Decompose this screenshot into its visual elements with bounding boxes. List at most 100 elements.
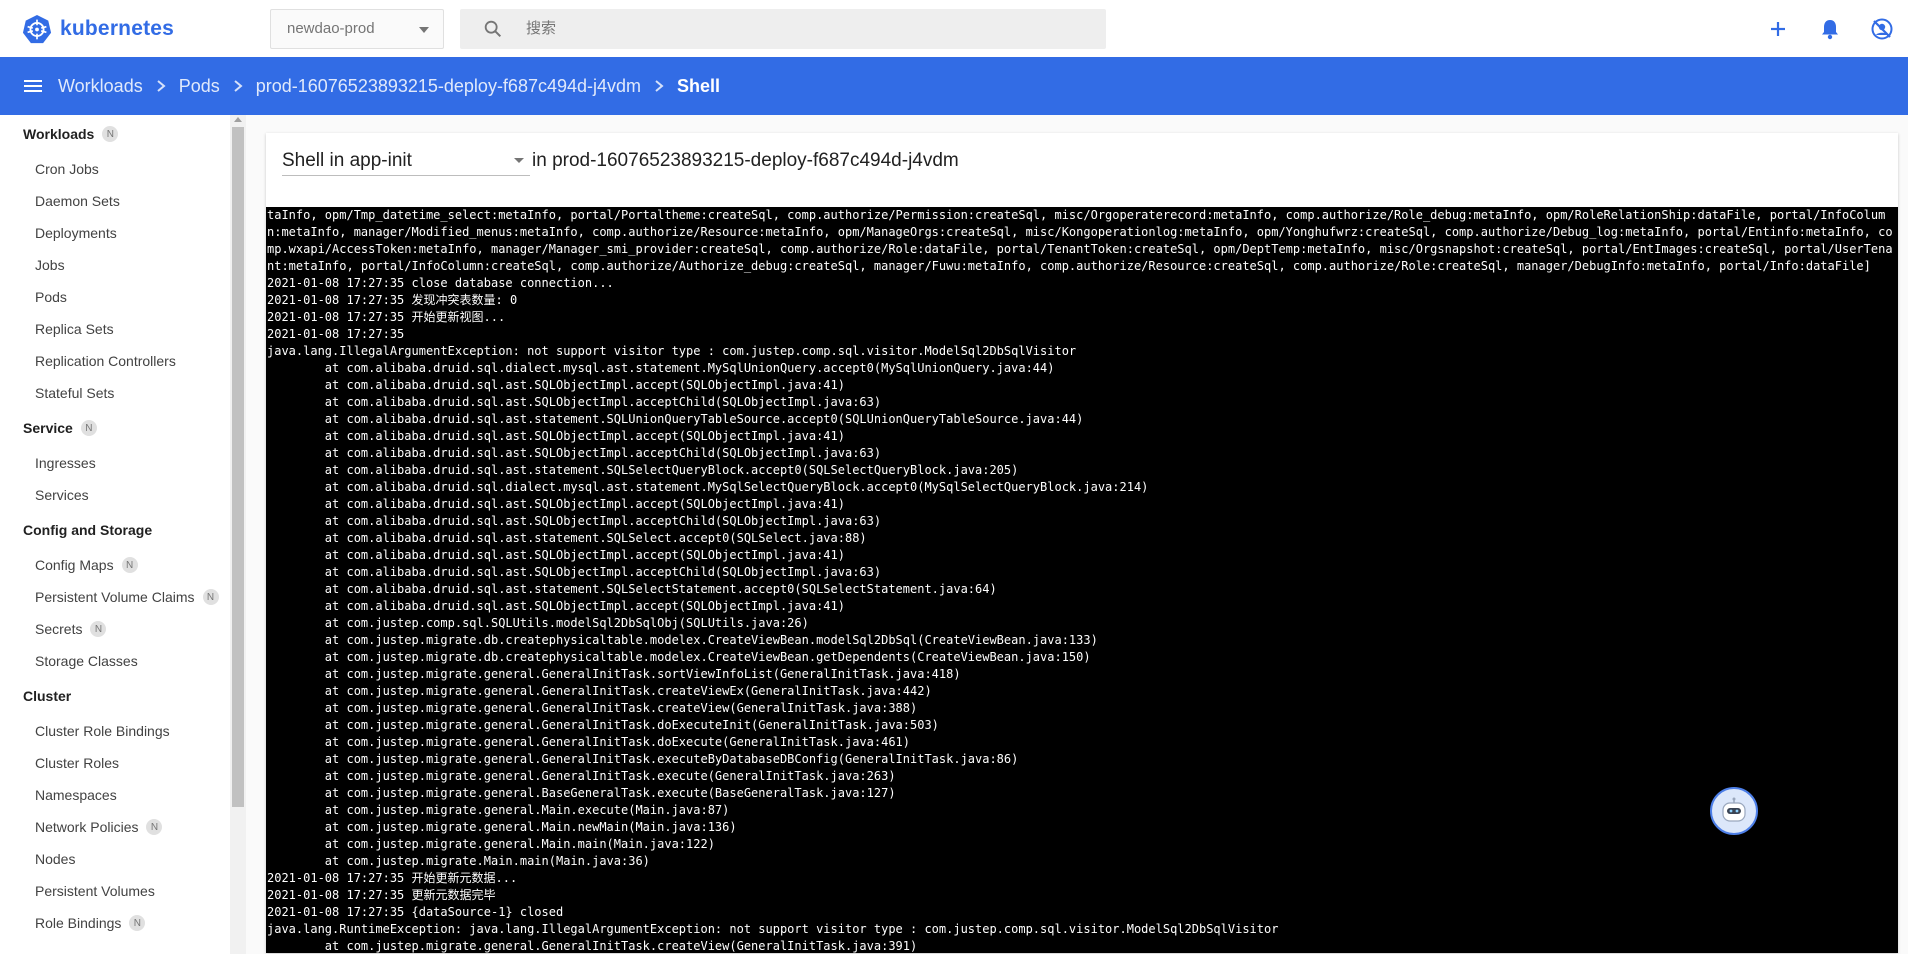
sidebar-item-label: Cluster Role Bindings bbox=[35, 723, 170, 739]
sidebar-item-config-maps[interactable]: Config Maps N bbox=[0, 549, 246, 581]
sidebar-item-daemon-sets[interactable]: Daemon Sets bbox=[0, 185, 246, 217]
sidebar-item-label: Persistent Volume Claims bbox=[35, 589, 195, 605]
sidebar-item-role-bindings[interactable]: Role Bindings N bbox=[0, 907, 246, 939]
namespaced-badge: N bbox=[80, 420, 97, 436]
container-name: app-init bbox=[349, 149, 412, 171]
sidebar-item-services[interactable]: Services bbox=[0, 479, 246, 511]
search-icon bbox=[484, 20, 502, 37]
sidebar-item-persistent-volumes[interactable]: Persistent Volumes bbox=[0, 875, 246, 907]
sidebar-item-network-policies[interactable]: Network Policies N bbox=[0, 811, 246, 843]
terminal-line: at com.justep.migrate.general.GeneralIni… bbox=[267, 701, 918, 715]
terminal-line: at com.justep.migrate.general.GeneralIni… bbox=[267, 769, 896, 783]
menu-icon bbox=[24, 80, 42, 92]
brand[interactable]: kubernetes bbox=[22, 14, 270, 44]
sidebar-section-service[interactable]: Service N bbox=[0, 409, 246, 447]
terminal-line: at com.alibaba.druid.sql.ast.statement.S… bbox=[267, 412, 1084, 426]
namespace-select[interactable]: newdao-prod bbox=[270, 8, 444, 49]
terminal-line: at com.justep.migrate.general.GeneralIni… bbox=[267, 939, 918, 953]
shell-prefix: Shell in bbox=[282, 149, 345, 171]
terminal-line: at com.alibaba.druid.sql.ast.SQLObjectIm… bbox=[267, 446, 882, 460]
sidebar-section-label: Config and Storage bbox=[23, 522, 153, 538]
sidebar-nav: Workloads N Cron Jobs Daemon Sets Deployment… bbox=[0, 115, 246, 939]
add-icon bbox=[1771, 21, 1785, 36]
terminal-line: at com.justep.migrate.db.createphysicalt… bbox=[267, 650, 1091, 664]
namespaced-badge: N bbox=[146, 819, 163, 835]
create-button[interactable] bbox=[1752, 0, 1804, 57]
breadcrumb: Workloads Pods prod-16076523893215-deplo… bbox=[0, 57, 1908, 115]
sidebar-item-label: Services bbox=[35, 487, 89, 503]
sidebar-item-label: Secrets bbox=[35, 621, 83, 637]
terminal-line: 2021-01-08 17:27:35 close database conne… bbox=[267, 276, 614, 290]
user-disabled-icon bbox=[1871, 18, 1893, 39]
sidebar-item-deployments[interactable]: Deployments bbox=[0, 217, 246, 249]
sidebar-item-persistent-volume-claims[interactable]: Persistent Volume Claims N bbox=[0, 581, 246, 613]
chevron-right-icon bbox=[226, 74, 250, 98]
shell-card: Shell in app-init in prod-16076523893215… bbox=[266, 133, 1898, 953]
terminal-line: at com.alibaba.druid.sql.ast.SQLObjectIm… bbox=[267, 378, 845, 392]
terminal[interactable]: taInfo, opm/Tmp_datetime_select:metaInfo… bbox=[266, 207, 1898, 953]
container-select[interactable]: Shell in app-init bbox=[282, 146, 530, 176]
terminal-line: java.lang.RuntimeException: java.lang.Il… bbox=[267, 922, 1279, 936]
terminal-line: at com.justep.migrate.Main.main(Main.jav… bbox=[267, 854, 650, 868]
sidebar-item-label: Replication Controllers bbox=[35, 353, 176, 369]
kubernetes-logo-icon bbox=[22, 14, 52, 43]
sidebar-item-cluster-role-bindings[interactable]: Cluster Role Bindings bbox=[0, 715, 246, 747]
sidebar-section-workloads[interactable]: Workloads N bbox=[0, 115, 246, 153]
terminal-line: at com.justep.migrate.db.createphysicalt… bbox=[267, 633, 1098, 647]
sidebar-item-label: Role Bindings bbox=[35, 915, 122, 931]
top-actions bbox=[1752, 0, 1908, 57]
breadcrumb-pod-name[interactable]: prod-16076523893215-deploy-f687c494d-j4v… bbox=[256, 76, 641, 97]
terminal-line: at com.justep.migrate.general.GeneralIni… bbox=[267, 667, 961, 681]
sidebar-item-stateful-sets[interactable]: Stateful Sets bbox=[0, 377, 246, 409]
terminal-line: java.lang.IllegalArgumentException: not … bbox=[267, 344, 1077, 358]
scroll-up-arrow-icon[interactable] bbox=[234, 117, 242, 122]
sidebar-item-label: Persistent Volumes bbox=[35, 883, 155, 899]
sidebar-item-replica-sets[interactable]: Replica Sets bbox=[0, 313, 246, 345]
sidebar-item-secrets[interactable]: Secrets N bbox=[0, 613, 246, 645]
terminal-line: at com.justep.migrate.general.GeneralIni… bbox=[267, 684, 932, 698]
terminal-line: at com.alibaba.druid.sql.ast.statement.S… bbox=[267, 531, 867, 545]
namespaced-badge: N bbox=[202, 589, 219, 605]
terminal-line: at com.alibaba.druid.sql.ast.SQLObjectIm… bbox=[267, 497, 845, 511]
breadcrumb-pods[interactable]: Pods bbox=[179, 76, 220, 97]
sidebar-item-ingresses[interactable]: Ingresses bbox=[0, 447, 246, 479]
sidebar-section-config-and-storage[interactable]: Config and Storage bbox=[0, 511, 246, 549]
terminal-line: at com.justep.migrate.general.BaseGenera… bbox=[267, 786, 896, 800]
sidebar-item-label: Stateful Sets bbox=[35, 385, 115, 401]
sidebar-scroll-thumb[interactable] bbox=[232, 127, 244, 807]
sidebar-item-label: Cron Jobs bbox=[35, 161, 99, 177]
sidebar-item-label: Ingresses bbox=[35, 455, 96, 471]
terminal-line: at com.alibaba.druid.sql.ast.SQLObjectIm… bbox=[267, 565, 882, 579]
terminal-line: at com.alibaba.druid.sql.ast.SQLObjectIm… bbox=[267, 599, 845, 613]
terminal-line: at com.justep.comp.sql.SQLUtils.modelSql… bbox=[267, 616, 809, 630]
sidebar-item-nodes[interactable]: Nodes bbox=[0, 843, 246, 875]
sidebar-item-replication-controllers[interactable]: Replication Controllers bbox=[0, 345, 246, 377]
user-button[interactable] bbox=[1856, 0, 1908, 57]
sidebar-item-namespaces[interactable]: Namespaces bbox=[0, 779, 246, 811]
terminal-line: at com.alibaba.druid.sql.ast.statement.S… bbox=[267, 463, 1019, 477]
sidebar-item-jobs[interactable]: Jobs bbox=[0, 249, 246, 281]
top-bar: kubernetes newdao-prod bbox=[0, 0, 1908, 57]
pod-label: in prod-16076523893215-deploy-f687c494d-… bbox=[532, 150, 959, 171]
sidebar-item-label: Nodes bbox=[35, 851, 76, 867]
search-input[interactable] bbox=[526, 20, 1086, 37]
sidebar-section-label: Workloads bbox=[23, 126, 95, 142]
terminal-line: at com.alibaba.druid.sql.ast.statement.S… bbox=[267, 582, 997, 596]
terminal-line: 2021-01-08 17:27:35 开始更新元数据... bbox=[267, 871, 518, 885]
robot-icon bbox=[1722, 797, 1746, 822]
sidebar-item-cluster-roles[interactable]: Cluster Roles bbox=[0, 747, 246, 779]
terminal-line: at com.alibaba.druid.sql.ast.SQLObjectIm… bbox=[267, 395, 882, 409]
sidebar-section-cluster[interactable]: Cluster bbox=[0, 677, 246, 715]
assistant-button[interactable] bbox=[1710, 787, 1758, 835]
menu-button[interactable] bbox=[18, 71, 48, 101]
namespace-value: newdao-prod bbox=[287, 20, 375, 37]
namespaced-badge: N bbox=[102, 126, 119, 142]
terminal-line: at com.alibaba.druid.sql.ast.SQLObjectIm… bbox=[267, 548, 845, 562]
terminal-line: at com.justep.migrate.general.GeneralIni… bbox=[267, 735, 910, 749]
sidebar-item-pods[interactable]: Pods bbox=[0, 281, 246, 313]
sidebar-item-cron-jobs[interactable]: Cron Jobs bbox=[0, 153, 246, 185]
sidebar-item-storage-classes[interactable]: Storage Classes bbox=[0, 645, 246, 677]
breadcrumb-workloads[interactable]: Workloads bbox=[58, 76, 143, 97]
notifications-button[interactable] bbox=[1804, 0, 1856, 57]
sidebar-scrollbar[interactable] bbox=[230, 115, 246, 954]
